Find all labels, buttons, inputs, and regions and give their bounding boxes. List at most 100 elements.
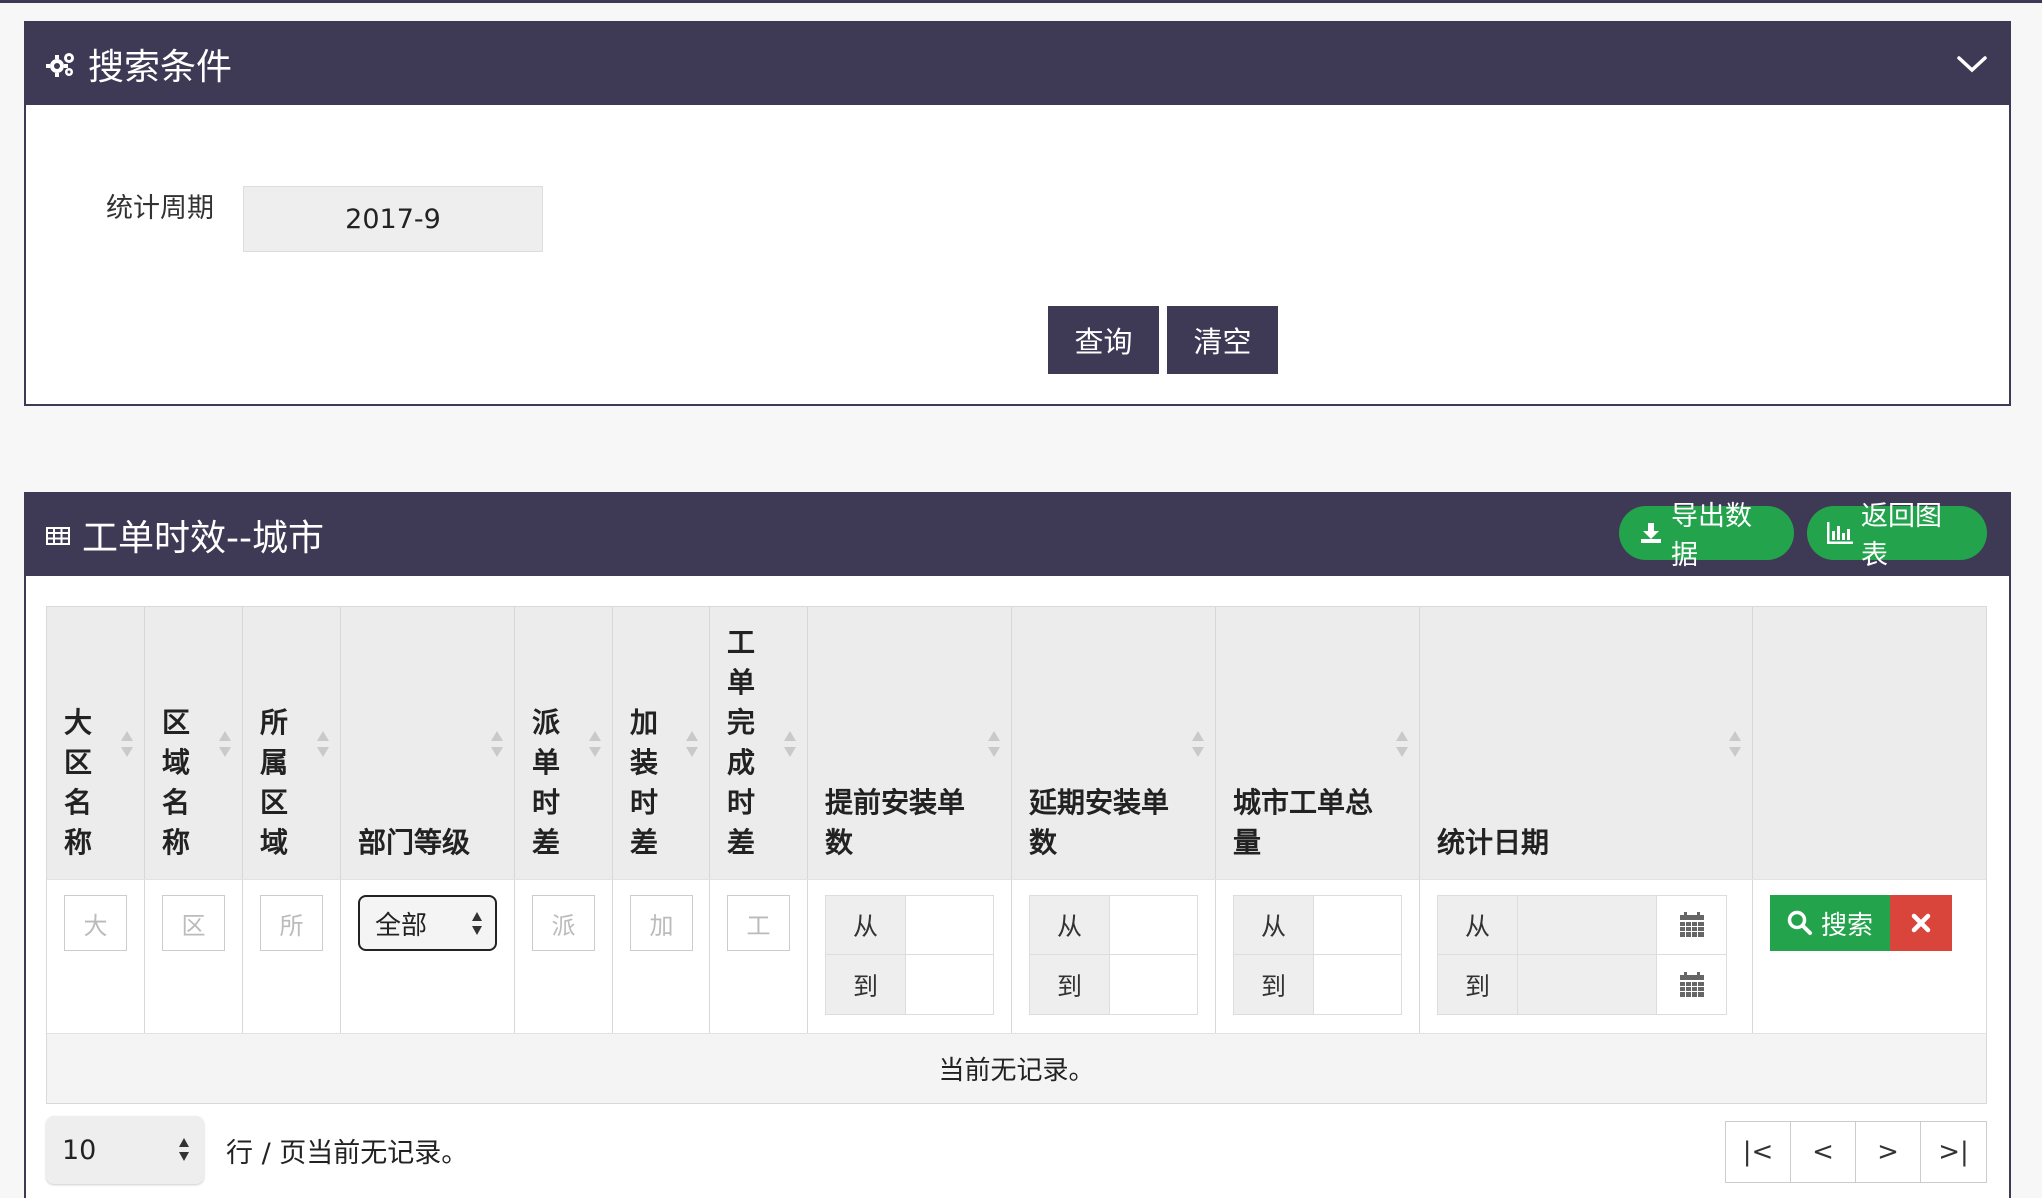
filter-cell: 大 [47,880,145,1033]
next-page-button[interactable]: > [1856,1122,1921,1182]
sort-icon[interactable] [987,729,1001,759]
filter-cell: 从 到 [808,880,1012,1033]
export-data-label: 导出数据 [1671,501,1752,571]
filter-dept-level-select[interactable]: 全部 [358,895,497,951]
late-install-range: 从 到 [1029,895,1198,1015]
page-info: 行 / 页当前无记录。 [226,1137,469,1169]
range-from-input[interactable] [1313,896,1401,954]
filter-complete-input[interactable]: 工 [727,895,790,951]
range-from-input[interactable] [1109,896,1197,954]
filter-cell: 工 [710,880,808,1033]
result-panel-title: 工单时效--城市 [46,494,324,576]
col-header-dispatch-diff[interactable]: 派单时差 [515,607,613,879]
sort-icon[interactable] [588,729,602,759]
sort-icon[interactable] [316,729,330,759]
dept-level-selected: 全部 [375,910,428,941]
select-arrows-icon [179,1138,189,1161]
range-to-label: 到 [826,955,905,1014]
range-to-label: 到 [1438,955,1517,1014]
clear-button[interactable]: 清空 [1167,306,1278,374]
early-install-range: 从 到 [825,895,994,1015]
date-from-input[interactable] [1517,896,1726,954]
sort-icon[interactable] [1728,729,1742,759]
col-header-complete-diff[interactable]: 工单完成时差 [710,607,808,879]
filter-dispatch-input[interactable]: 派 [532,895,595,951]
sort-icon[interactable] [1395,729,1409,759]
filter-cell: 从 到 [1420,880,1753,1033]
col-header-actions [1753,607,1986,879]
first-page-button[interactable]: |< [1726,1122,1791,1182]
back-to-chart-button[interactable]: 返回图表 [1807,501,1987,571]
range-from-label: 从 [1234,896,1313,954]
col-header-label: 城市工单总量 [1233,786,1374,859]
range-from-label: 从 [1438,896,1517,954]
period-label: 统计周期 [106,193,214,224]
col-header-stat-date[interactable]: 统计日期 [1420,607,1753,879]
range-from-input[interactable] [905,896,993,954]
page-size-select[interactable]: 10 [46,1116,204,1184]
col-header-label: 区域名称 [162,706,191,859]
col-header-label: 派单时差 [532,706,561,859]
data-table: 大区名称 区域名称 所属区域 部门等级 派单时差 加装时差 工单完成时差 提前安… [46,606,1987,1104]
chevron-down-icon[interactable] [1955,50,1989,78]
col-header-early-install[interactable]: 提前安装单数 [808,607,1012,879]
col-header-label: 加装时差 [630,706,659,859]
filter-region-input[interactable]: 大 [64,895,127,951]
sort-icon[interactable] [783,729,797,759]
period-input[interactable]: 2017-9 [243,186,543,252]
filter-cell: 区 [145,880,243,1033]
search-panel: 搜索条件 统计周期 2017-9 查询 清空 [24,21,2011,406]
stat-date-range: 从 到 [1437,895,1727,1015]
col-header-label: 工单完成时差 [727,626,756,859]
select-arrows-icon [472,912,482,935]
sort-icon[interactable] [685,729,699,759]
prev-page-button[interactable]: < [1791,1122,1856,1182]
sort-icon[interactable] [1191,729,1205,759]
search-panel-header: 搜索条件 [26,23,2009,105]
sort-icon[interactable] [490,729,504,759]
date-to-input[interactable] [1517,955,1726,1014]
last-page-button[interactable]: >| [1921,1122,1986,1182]
page-size-value: 10 [62,1134,97,1166]
col-header-city-total[interactable]: 城市工单总量 [1216,607,1420,879]
search-panel-title: 搜索条件 [46,23,232,105]
col-header-dept-level[interactable]: 部门等级 [341,607,515,879]
empty-message: 当前无记录。 [47,1033,1986,1103]
filter-district-input[interactable]: 所 [260,895,323,951]
col-header-label: 延期安装单数 [1029,786,1170,859]
filter-cell: 从 到 [1012,880,1216,1033]
col-header-region[interactable]: 大区名称 [47,607,145,879]
filter-cell: 加 [613,880,710,1033]
query-button[interactable]: 查询 [1048,306,1159,374]
col-header-label: 统计日期 [1437,826,1550,859]
filter-area-input[interactable]: 区 [162,895,225,951]
range-from-label: 从 [1030,896,1109,954]
calendar-icon[interactable] [1656,955,1726,1014]
filter-cell: 全部 [341,880,515,1033]
download-icon [1639,521,1663,545]
col-header-install-diff[interactable]: 加装时差 [613,607,710,879]
close-icon [1911,913,1931,933]
col-header-area[interactable]: 区域名称 [145,607,243,879]
filter-cell: 搜索 [1753,880,1986,1033]
range-to-input[interactable] [1109,955,1197,1014]
bar-chart-icon [1827,522,1853,544]
col-header-late-install[interactable]: 延期安装单数 [1012,607,1216,879]
result-panel-title-text: 工单时效--城市 [82,518,324,559]
filter-cell: 从 到 [1216,880,1420,1033]
sort-icon[interactable] [218,729,232,759]
col-header-district[interactable]: 所属区域 [243,607,341,879]
clear-filter-button[interactable] [1890,895,1952,951]
table-filter-row: 大 区 所 全部 派 加 工 从 到 从 到 从 到 从 到 搜索 [47,879,1986,1033]
range-to-label: 到 [1234,955,1313,1014]
export-data-button[interactable]: 导出数据 [1619,501,1794,571]
filter-install-input[interactable]: 加 [630,895,693,951]
table-search-button[interactable]: 搜索 [1770,895,1890,951]
range-to-label: 到 [1030,955,1109,1014]
range-to-input[interactable] [1313,955,1401,1014]
search-panel-title-text: 搜索条件 [88,47,233,88]
col-header-label: 大区名称 [64,706,93,859]
sort-icon[interactable] [120,729,134,759]
range-to-input[interactable] [905,955,993,1014]
calendar-icon[interactable] [1656,896,1726,954]
